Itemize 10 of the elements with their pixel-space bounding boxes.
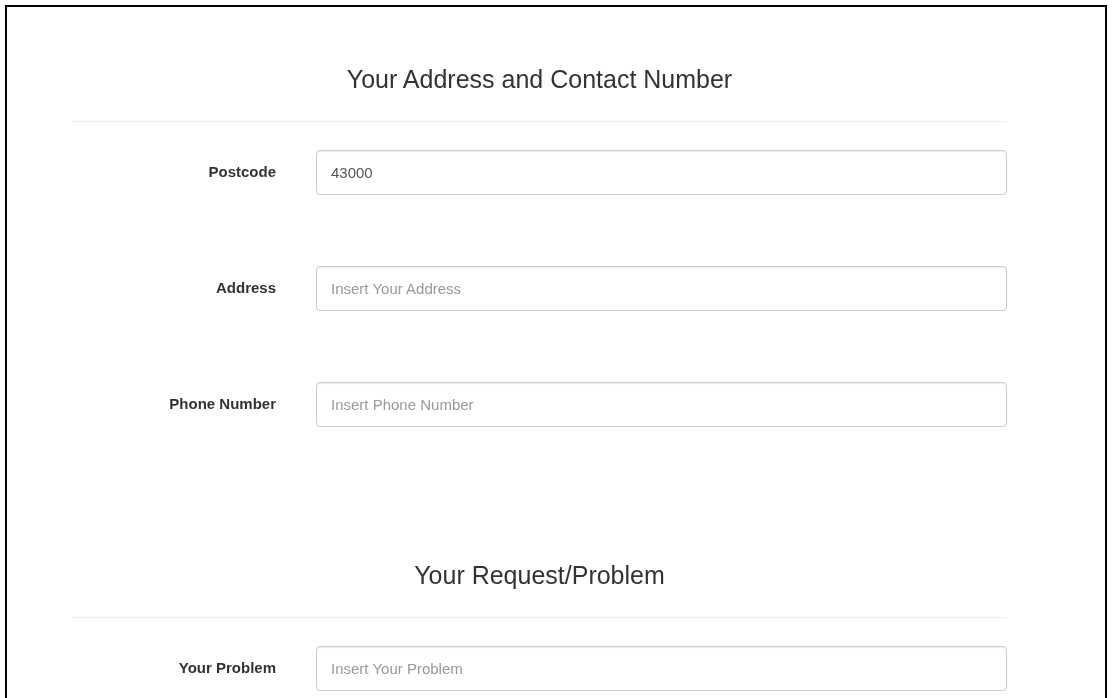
input-field[interactable]: Insert Your Problem: [316, 646, 1007, 691]
field-label: Postcode: [207, 162, 277, 183]
field-label: Phone Number: [168, 394, 277, 415]
section-heading: Your Request/Problem: [72, 549, 1007, 618]
field-label: Your Problem: [177, 658, 277, 679]
input-field[interactable]: Insert Your Address: [316, 266, 1007, 311]
input-field[interactable]: 43000: [316, 150, 1007, 195]
section-heading: Your Address and Contact Number: [72, 53, 1007, 122]
input-field[interactable]: Insert Phone Number: [316, 382, 1007, 427]
field-label: Address: [214, 278, 277, 299]
